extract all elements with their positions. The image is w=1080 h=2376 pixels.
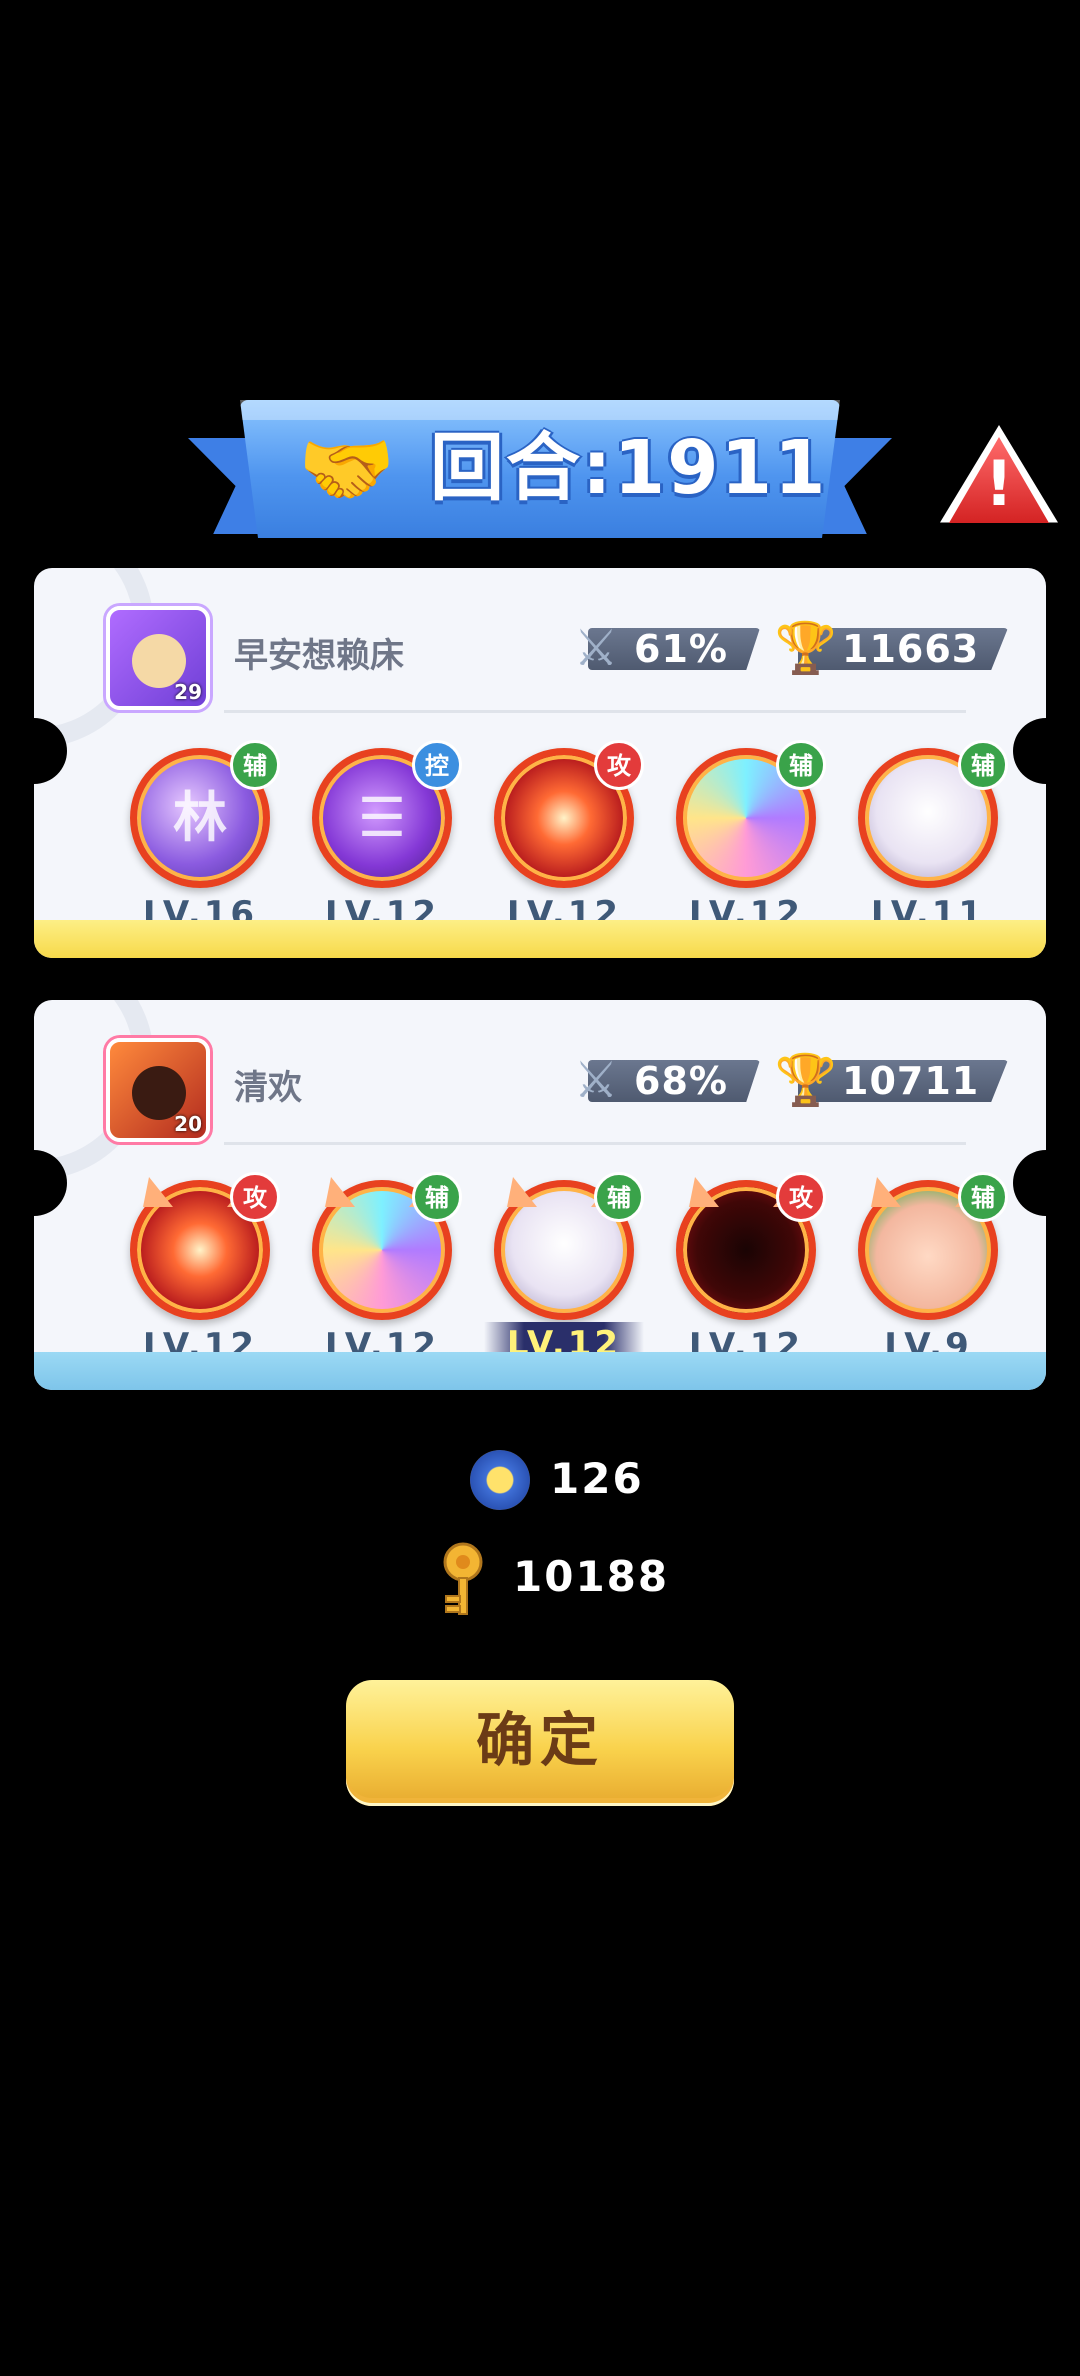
trophy-icon: 🏆 <box>774 1051 838 1109</box>
role-badge: 辅 <box>230 740 280 790</box>
round-label: 回合:1911 <box>430 425 828 511</box>
player-avatar[interactable]: 29 <box>106 606 210 710</box>
player-name: 清欢 <box>234 1068 302 1108</box>
player-avatar[interactable]: 20 <box>106 1038 210 1142</box>
team-color-strip <box>34 1352 1046 1390</box>
trophy-icon: 🏆 <box>774 619 838 677</box>
key-icon <box>438 1540 498 1615</box>
confirm-button[interactable]: 确定 <box>346 1680 734 1806</box>
player-name: 早安想赖床 <box>234 636 404 676</box>
crossed-swords-icon: ⚔ <box>573 1051 619 1109</box>
team-color-strip <box>34 920 1046 958</box>
role-badge: 辅 <box>412 1172 462 1222</box>
role-badge: 辅 <box>594 1172 644 1222</box>
handshake-icon: 🤝 <box>298 425 396 515</box>
round-banner: 🤝 回合:1911 <box>188 400 892 550</box>
avatar-level: 20 <box>174 1112 202 1136</box>
role-badge: 辅 <box>958 740 1008 790</box>
team-card-2: 20 清欢 ⚔ 68% 🏆 10711 攻 LV.12 辅 LV.12 辅 LV… <box>34 1000 1046 1390</box>
role-badge: 辅 <box>958 1172 1008 1222</box>
role-badge: 攻 <box>594 740 644 790</box>
crossed-swords-icon: ⚔ <box>573 619 619 677</box>
role-badge: 辅 <box>776 740 826 790</box>
role-badge: 攻 <box>230 1172 280 1222</box>
role-badge: 控 <box>412 740 462 790</box>
avatar-level: 29 <box>174 680 202 704</box>
role-badge: 攻 <box>776 1172 826 1222</box>
star-coin-icon <box>470 1450 530 1510</box>
report-button[interactable]: ! <box>940 425 1058 531</box>
team-card-1: 29 早安想赖床 ⚔ 61% 🏆 11663 林 辅 LV.16 ☰ 控 LV.… <box>34 568 1046 958</box>
